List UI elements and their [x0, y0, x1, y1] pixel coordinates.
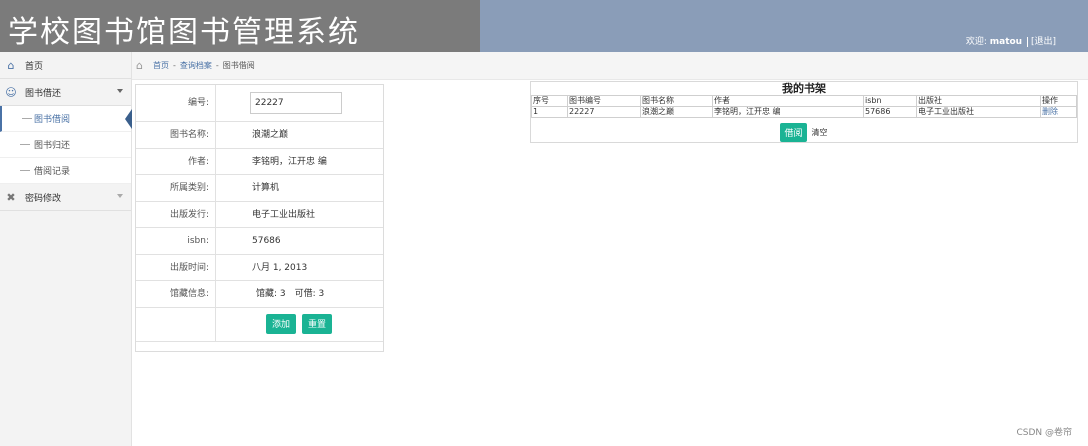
sidebar-item-label: 首页	[25, 61, 44, 72]
sidebar-item-borrow-records[interactable]: 借阅记录	[0, 158, 131, 184]
breadcrumb-separator: -	[215, 61, 219, 70]
header-bar: 学校图书馆图书管理系统 欢迎: matou [退出]	[0, 0, 1088, 52]
sidebar-item-label: 图书归还	[34, 141, 71, 151]
sidebar-item-borrow-return[interactable]: ☺ 图书借还	[0, 79, 131, 106]
chevron-down-icon	[117, 194, 123, 198]
delete-link[interactable]: 删除	[1042, 107, 1058, 116]
form-row-isbn: isbn: 57686	[136, 228, 383, 255]
form-row-category: 所属类别: 计算机	[136, 175, 383, 202]
date-label: 出版时间:	[136, 254, 216, 280]
actions-label-cell	[136, 307, 216, 341]
user-icon: ☺	[5, 85, 17, 99]
publisher-label: 出版发行:	[136, 201, 216, 227]
bookshelf-actions: 借阅 清空	[531, 123, 1077, 142]
table-row: 1 22227 浪潮之巅 李铭明，江开忠 编 57686 电子工业出版社 删除	[531, 106, 1077, 118]
chevron-down-icon	[117, 89, 123, 93]
add-button[interactable]: 添加	[266, 314, 297, 334]
breadcrumb-home[interactable]: 首页	[153, 60, 169, 71]
id-cell: 22227	[216, 85, 383, 121]
welcome-area: 欢迎: matou [退出]	[966, 34, 1056, 47]
column-header: 图书名称	[640, 95, 713, 107]
form-row-publisher: 出版发行: 电子工业出版社	[136, 201, 383, 228]
name-label: 图书名称:	[136, 122, 216, 148]
logout-link[interactable]: [退出]	[1026, 37, 1056, 47]
date-value: 八月 1, 2013	[252, 262, 308, 273]
table-cell: 22227	[567, 106, 641, 118]
active-indicator	[125, 109, 132, 129]
borrow-button[interactable]: 借阅	[780, 123, 807, 142]
column-header: 出版社	[916, 95, 1041, 107]
table-cell: 57686	[863, 106, 917, 118]
actions-cell: 添加 重置	[216, 308, 383, 341]
form-row-date: 出版时间: 八月 1, 2013	[136, 254, 383, 281]
table-cell: 李铭明，江开忠 编	[712, 106, 864, 118]
tools-icon: ✖	[6, 190, 16, 204]
breadcrumb-archive[interactable]: 查询档案	[180, 60, 212, 71]
name-value: 浪潮之巅	[252, 130, 289, 140]
isbn-value: 57686	[252, 236, 281, 246]
bookshelf-title: 我的书架	[782, 82, 826, 95]
table-cell: 删除	[1040, 106, 1077, 118]
category-label: 所属类别:	[136, 175, 216, 201]
table-cell: 浪潮之巅	[640, 106, 713, 118]
form-row-actions: 添加 重置	[136, 307, 383, 342]
column-header: 序号	[531, 95, 568, 107]
sidebar-item-label: 借阅记录	[34, 167, 71, 177]
sidebar-item-book-borrow[interactable]: 图书借阅	[0, 106, 132, 132]
table-header-row: 序号 图书编号 图书名称 作者 isbn 出版社 操作	[531, 95, 1077, 107]
bookshelf-table: 序号 图书编号 图书名称 作者 isbn 出版社 操作 1 22227 浪潮之巅…	[531, 95, 1077, 118]
book-id-input[interactable]: 22227	[250, 92, 342, 114]
isbn-label: isbn:	[136, 228, 216, 254]
sidebar-item-book-return[interactable]: 图书归还	[0, 132, 131, 158]
bookshelf-panel: 我的书架 序号 图书编号 图书名称 作者 isbn 出版社 操作 1 22227…	[530, 81, 1078, 143]
form-row-name: 图书名称: 浪潮之巅	[136, 122, 383, 149]
app-title: 学校图书馆图书管理系统	[8, 15, 360, 50]
tree-line	[22, 118, 32, 119]
tree-line	[20, 170, 30, 171]
breadcrumb-current: 图书借阅	[222, 61, 255, 70]
sidebar-item-home[interactable]: ⌂ 首页	[0, 52, 131, 79]
welcome-label: 欢迎:	[965, 37, 987, 47]
stock-label: 馆藏信息:	[136, 281, 216, 307]
author-label: 作者:	[136, 148, 216, 174]
stock-value: 馆藏: 3 可借: 3	[256, 289, 325, 299]
column-header: 图书编号	[567, 95, 641, 107]
form-row-id: 编号: 22227	[136, 85, 383, 122]
logo-banner: 学校图书馆图书管理系统	[0, 0, 480, 52]
form-row-author: 作者: 李铭明，江开忠 编	[136, 148, 383, 175]
table-cell: 电子工业出版社	[916, 106, 1041, 118]
sidebar-item-password[interactable]: ✖ 密码修改	[0, 184, 131, 211]
sidebar-item-label: 密码修改	[25, 193, 62, 204]
breadcrumb: ⌂ 首页 - 查询档案 - 图书借阅	[132, 52, 1088, 80]
tree-line	[20, 144, 30, 145]
sidebar-item-label: 图书借阅	[34, 115, 71, 125]
column-header: 操作	[1040, 95, 1077, 107]
id-label: 编号:	[136, 85, 216, 121]
borrow-form: 编号: 22227 图书名称: 浪潮之巅 作者: 李铭明，江开忠 编 所属类别:…	[135, 84, 384, 352]
clear-link[interactable]: 清空	[812, 127, 828, 138]
publisher-value: 电子工业出版社	[252, 209, 316, 220]
column-header: isbn	[863, 95, 917, 107]
column-header: 作者	[712, 95, 864, 107]
sidebar-item-label: 图书借还	[25, 88, 62, 99]
home-icon: ⌂	[7, 58, 15, 72]
username: matou	[989, 37, 1023, 47]
home-icon[interactable]: ⌂	[136, 59, 143, 72]
sidebar: ⌂ 首页 ☺ 图书借还 图书借阅 图书归还 借阅记录 ✖ 密码修改	[0, 52, 132, 446]
category-value: 计算机	[252, 183, 280, 193]
author-value: 李铭明，江开忠 编	[252, 156, 327, 167]
form-row-stock: 馆藏信息: 馆藏: 3 可借: 3	[136, 281, 383, 308]
table-cell: 1	[531, 106, 568, 118]
watermark: CSDN @卷帘	[1016, 428, 1072, 438]
sidebar-submenu: 图书借阅 图书归还 借阅记录	[0, 106, 132, 184]
reset-button[interactable]: 重置	[302, 314, 333, 334]
breadcrumb-separator: -	[172, 61, 176, 70]
